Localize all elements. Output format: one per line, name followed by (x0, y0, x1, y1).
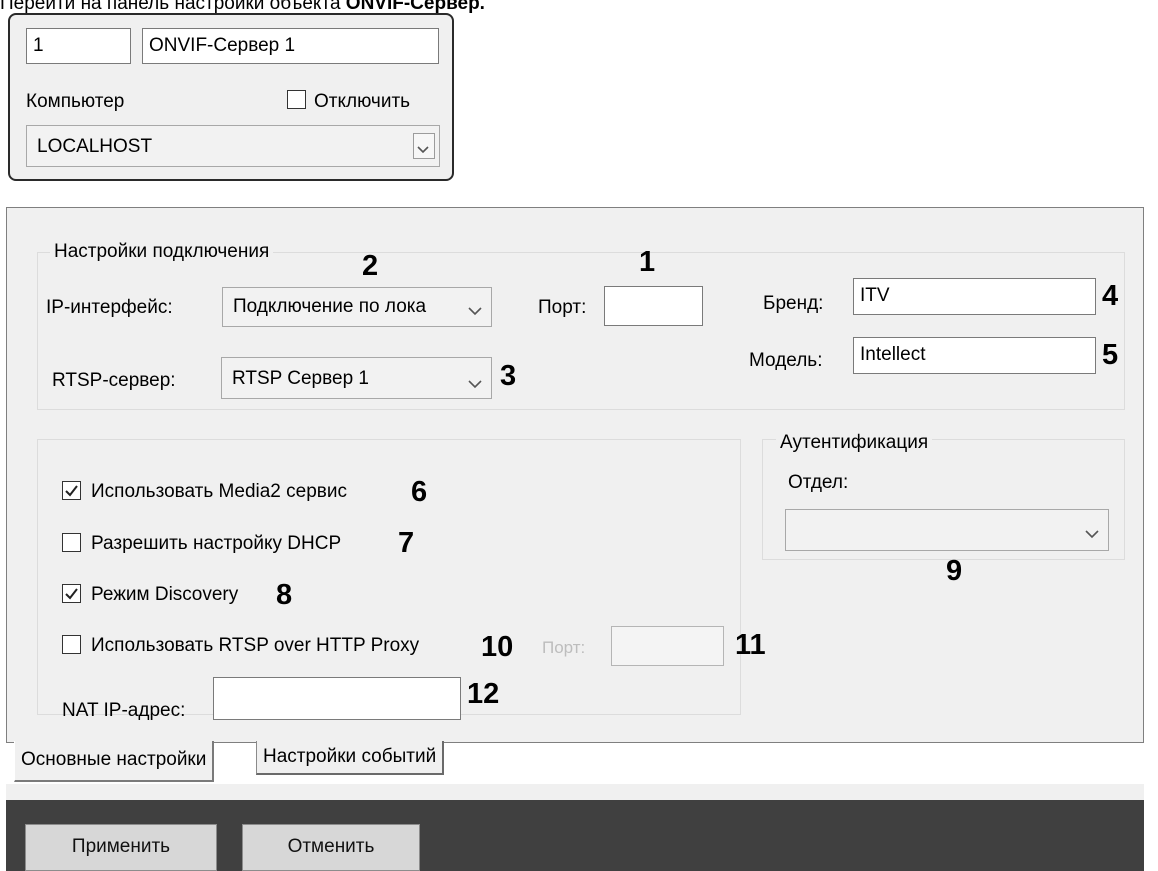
marker-10: 10 (481, 631, 514, 663)
brand-field[interactable]: ITV (853, 278, 1096, 315)
rtsp-server-value: RTSP Сервер 1 (232, 368, 369, 389)
ip-interface-select[interactable]: Подключение по лока (222, 287, 492, 327)
department-select[interactable] (785, 509, 1109, 551)
rtsp-proxy-label: Использовать RTSP over HTTP Proxy (91, 635, 420, 656)
chevron-down-icon[interactable] (1082, 520, 1102, 540)
department-label: Отдел: (788, 472, 849, 493)
tab-event-settings[interactable]: Настройки событий (256, 741, 445, 775)
caption-prefix: Перейти на панель настройки объекта (0, 0, 346, 14)
object-id-field[interactable]: 1 (26, 28, 131, 64)
dhcp-label: Разрешить настройку DHCP (91, 533, 342, 554)
marker-6: 6 (411, 476, 428, 508)
checkmark-icon (65, 485, 78, 497)
object-name-field[interactable]: ONVIF-Сервер 1 (142, 28, 439, 64)
marker-2: 2 (362, 250, 379, 282)
cancel-button[interactable]: Отменить (242, 824, 420, 871)
chevron-down-icon[interactable] (465, 368, 485, 389)
marker-7: 7 (398, 527, 415, 559)
apply-button[interactable]: Применить (25, 824, 217, 871)
connection-group (37, 252, 1125, 410)
media2-checkbox[interactable] (62, 481, 81, 500)
marker-11: 11 (735, 629, 766, 661)
marker-8: 8 (276, 579, 293, 611)
chevron-down-icon[interactable] (413, 133, 435, 159)
caption-object-name: ONVIF-Сервер. (345, 0, 485, 14)
brand-label: Бренд: (763, 293, 824, 314)
marker-1: 1 (639, 246, 656, 278)
discovery-checkbox[interactable] (62, 584, 81, 603)
ip-interface-value: Подключение по лока (233, 296, 427, 317)
marker-3: 3 (500, 360, 517, 392)
ip-interface-label: IP-интерфейс: (46, 297, 173, 318)
computer-select[interactable]: LOCALHOST (26, 125, 440, 167)
tab-main-settings[interactable]: Основные настройки (14, 741, 215, 782)
marker-5: 5 (1102, 339, 1119, 371)
model-label: Модель: (749, 350, 823, 371)
marker-12: 12 (467, 678, 500, 710)
media2-label: Использовать Media2 сервис (91, 481, 347, 502)
model-field[interactable]: Intellect (853, 337, 1096, 374)
rtsp-proxy-checkbox[interactable] (62, 635, 81, 654)
checkmark-icon (65, 588, 78, 600)
rtsp-server-label: RTSP-сервер: (52, 370, 176, 391)
discovery-label: Режим Discovery (91, 584, 239, 605)
dhcp-checkbox[interactable] (62, 533, 81, 552)
nat-ip-field[interactable] (213, 677, 461, 720)
port-field[interactable] (604, 286, 703, 326)
chevron-down-icon[interactable] (465, 297, 485, 317)
computer-label: Компьютер (26, 91, 125, 112)
marker-4: 4 (1102, 280, 1119, 312)
port-label: Порт: (538, 297, 587, 318)
nat-ip-label: NAT IP-адрес: (62, 700, 186, 721)
computer-select-value: LOCALHOST (37, 136, 153, 157)
rtsp-server-select[interactable]: RTSP Сервер 1 (221, 357, 492, 399)
bottom-strip (6, 784, 1144, 800)
auth-group-title: Аутентификация (776, 432, 933, 454)
proxy-port-label: Порт: (542, 638, 586, 657)
disable-checkbox[interactable] (287, 90, 306, 109)
proxy-port-field (611, 626, 724, 666)
disable-label: Отключить (314, 91, 411, 112)
marker-9: 9 (946, 555, 963, 587)
connection-group-title: Настройки подключения (50, 241, 274, 263)
